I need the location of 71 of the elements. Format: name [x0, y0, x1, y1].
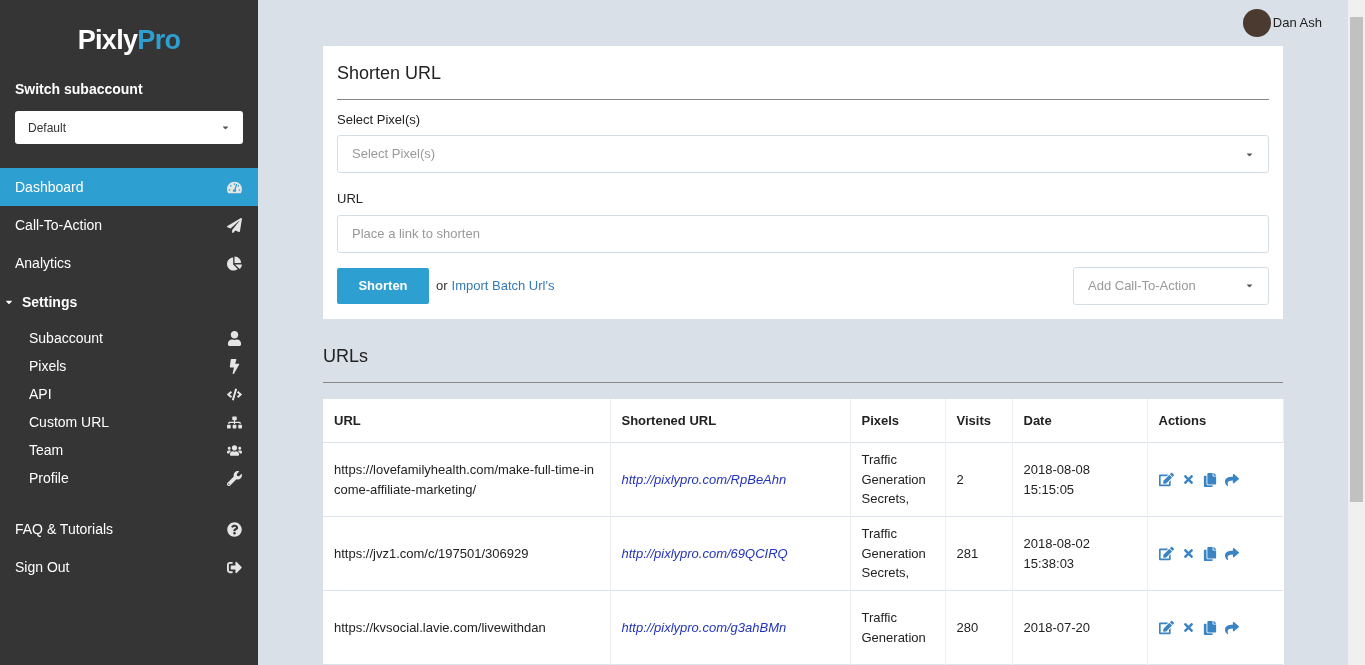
scrollbar[interactable] [1348, 0, 1365, 665]
nav-item[interactable]: API [0, 380, 258, 408]
table-cell: Traffic Generation [850, 590, 945, 665]
column-header: URL [323, 398, 610, 443]
code-icon [227, 386, 242, 402]
import-link[interactable]: Import Batch Url's [451, 275, 555, 296]
short-url-link[interactable]: http://pixlypro.com/g3ahBMn [621, 619, 787, 635]
nav-item[interactable]: Pixels [0, 352, 258, 380]
close-icon[interactable] [1181, 547, 1195, 560]
nav-item[interactable]: Profile [0, 464, 258, 492]
gauge-icon [227, 179, 242, 195]
column-header: Pixels [850, 398, 945, 443]
table-cell: 280 [945, 590, 1012, 665]
short-url-link[interactable]: http://pixlypro.com/69QCIRQ [621, 545, 788, 561]
section-title: URLs [323, 342, 1283, 383]
user-icon [227, 330, 242, 346]
or-text: or [436, 276, 448, 295]
subaccount-select[interactable]: Default [15, 111, 243, 144]
column-header: Shortened URL [610, 398, 850, 443]
nav-item[interactable]: Analytics [0, 244, 258, 282]
caret-icon [1245, 281, 1254, 290]
table-cell: 2018-08-08 15:15:05 [1012, 442, 1147, 517]
table-cell: 281 [945, 516, 1012, 591]
nav-item[interactable]: Subaccount [0, 324, 258, 352]
copy-icon[interactable] [1202, 620, 1217, 635]
table-cell: https://jvz1.com/c/197501/306929 [323, 516, 610, 591]
table-cell: 2 [945, 442, 1012, 517]
nav-item[interactable]: Custom URL [0, 408, 258, 436]
share-icon[interactable] [1224, 546, 1239, 561]
field-label: Select Pixel(s) [337, 110, 422, 129]
sitemap-icon [227, 414, 242, 430]
edit-icon[interactable] [1158, 472, 1174, 487]
scrollbar-thumb[interactable] [1350, 17, 1363, 502]
edit-icon[interactable] [1158, 620, 1174, 635]
close-icon[interactable] [1181, 473, 1195, 486]
nav-item[interactable]: FAQ & Tutorials [0, 510, 258, 548]
table-cell: Traffic Generation Secrets, [850, 516, 945, 591]
logo: PixlyPro [77, 24, 181, 57]
paper-plane-icon [227, 217, 242, 233]
column-header: Visits [945, 398, 1012, 443]
wrench-icon [227, 470, 242, 486]
url-input[interactable]: Place a link to shorten [337, 214, 1269, 253]
field-label: URL [337, 190, 364, 208]
users-icon [227, 442, 242, 458]
close-icon[interactable] [1181, 621, 1195, 634]
pie-chart-icon [227, 255, 242, 271]
caret-icon [221, 123, 230, 132]
nav-item[interactable]: Team [0, 436, 258, 464]
user-name[interactable]: Dan Ash [1272, 13, 1322, 33]
table-cell: https://kvsocial.lavie.com/livewithdan [323, 590, 610, 665]
help-icon [227, 521, 242, 537]
nav-group[interactable]: Settings [0, 282, 258, 322]
copy-icon[interactable] [1202, 546, 1217, 561]
user-avatar[interactable] [1242, 8, 1271, 37]
share-icon[interactable] [1224, 620, 1239, 635]
column-header: Date [1012, 398, 1147, 443]
sign-out-icon [227, 559, 242, 575]
copy-icon[interactable] [1202, 472, 1217, 487]
bolt-icon [227, 358, 242, 374]
edit-icon[interactable] [1158, 546, 1174, 561]
table-cell: 2018-08-02 15:38:03 [1012, 516, 1147, 591]
table-cell: https://lovefamilyhealth.com/make-full-time-income-affiliate-marketing/ [323, 442, 610, 517]
subaccount-label: Switch subaccount [14, 80, 144, 99]
column-header: Actions [1147, 398, 1283, 443]
short-url-link[interactable]: http://pixlypro.com/RpBeAhn [621, 471, 787, 487]
nav-item[interactable]: Call-To-Action [0, 206, 258, 244]
share-icon[interactable] [1224, 472, 1239, 487]
table-cell: 2018-07-20 [1012, 590, 1147, 665]
card-title: Shorten URL [337, 59, 1269, 100]
table-cell: Traffic Generation Secrets, [850, 442, 945, 517]
nav-item[interactable]: Sign Out [0, 548, 258, 586]
